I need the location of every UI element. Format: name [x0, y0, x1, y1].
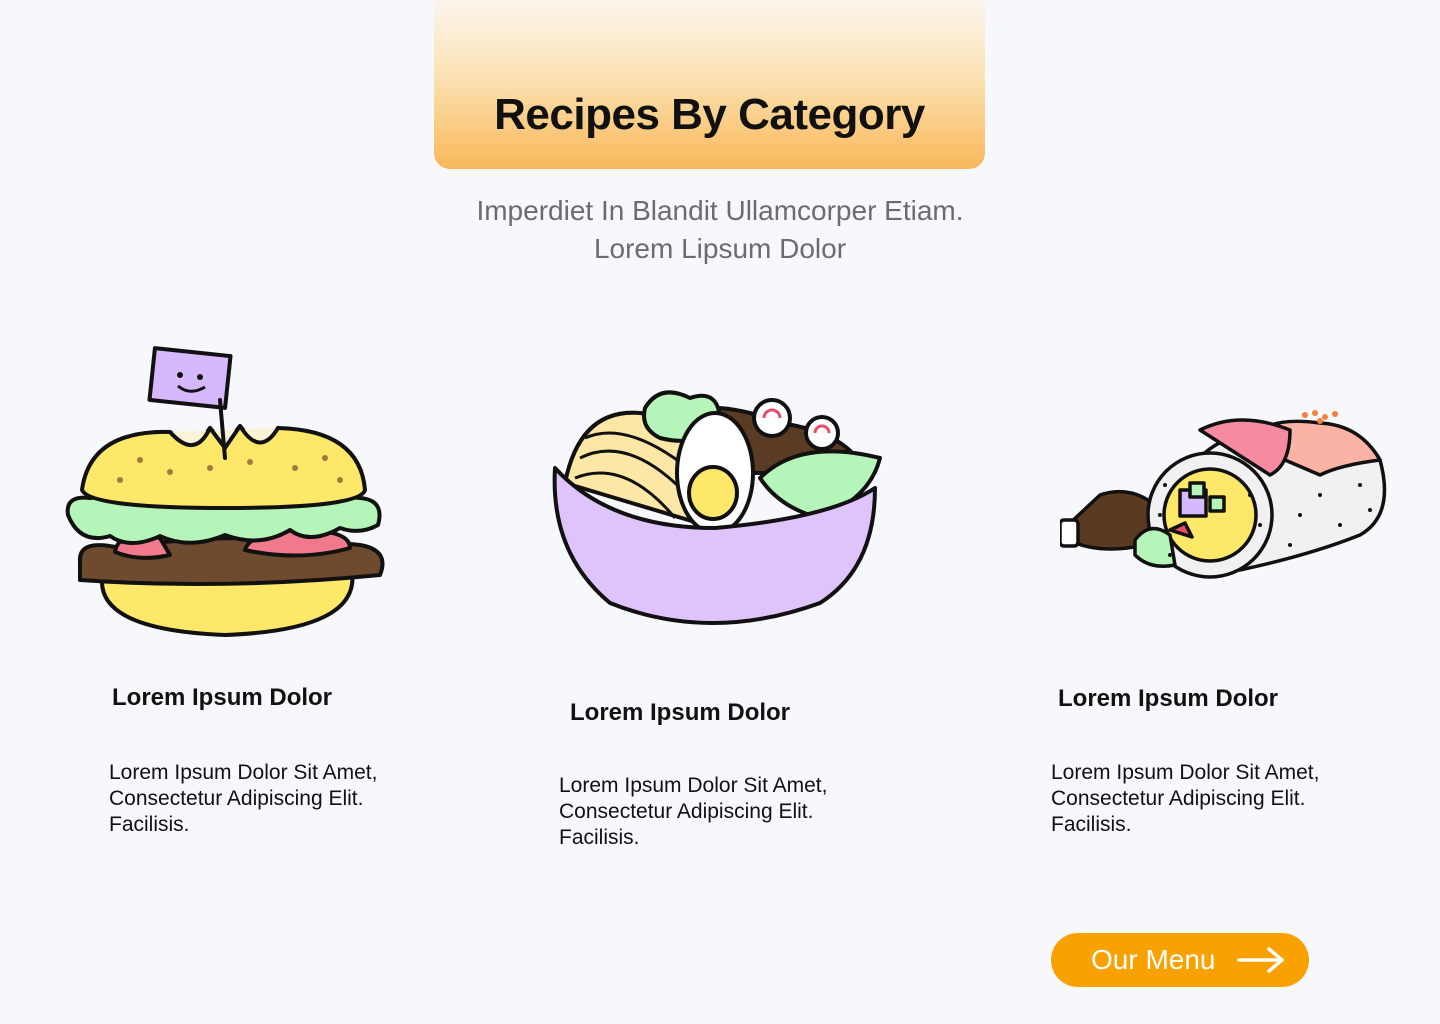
- card-title-3: Lorem Ipsum Dolor: [1058, 685, 1279, 712]
- card-description-1-line-1: Lorem Ipsum Dolor Sit Amet,: [109, 761, 378, 784]
- card-description-1: Lorem Ipsum Dolor Sit Amet, Consectetur …: [109, 760, 439, 838]
- card-title-1: Lorem Ipsum Dolor: [112, 684, 333, 711]
- our-menu-label: Our Menu: [1091, 944, 1216, 975]
- card-description-2: Lorem Ipsum Dolor Sit Amet, Consectetur …: [559, 773, 889, 851]
- card-description-3: Lorem Ipsum Dolor Sit Amet, Consectetur …: [1051, 760, 1381, 838]
- card-description-1-line-3: Facilisis.: [109, 813, 190, 836]
- card-description-1-line-2: Consectetur Adipiscing Elit.: [109, 787, 364, 810]
- card-description-2-line-2: Consectetur Adipiscing Elit.: [559, 800, 814, 823]
- burger-illustration: [65, 346, 385, 637]
- arrow-right-icon: [1237, 947, 1284, 973]
- header-banner: Recipes By Category: [434, 0, 985, 169]
- card-description-2-line-3: Facilisis.: [559, 826, 640, 849]
- card-description-3-line-1: Lorem Ipsum Dolor Sit Amet,: [1051, 761, 1320, 784]
- card-description-3-line-3: Facilisis.: [1051, 813, 1132, 836]
- page-title: Recipes By Category: [494, 90, 925, 139]
- card-description-3-line-2: Consectetur Adipiscing Elit.: [1051, 787, 1306, 810]
- subtitle-line-1: Imperdiet In Blandit Ullamcorper Etiam.: [476, 195, 964, 226]
- subtitle-line-2: Lorem Lipsum Dolor: [593, 233, 847, 264]
- page-subtitle: Imperdiet In Blandit Ullamcorper Etiam. …: [420, 192, 1020, 268]
- card-description-2-line-1: Lorem Ipsum Dolor Sit Amet,: [559, 774, 828, 797]
- sushi-roll-illustration: [1060, 410, 1387, 579]
- ramen-bowl-illustration: [552, 390, 882, 625]
- card-title-2: Lorem Ipsum Dolor: [570, 699, 791, 726]
- our-menu-button[interactable]: Our Menu: [1051, 933, 1309, 987]
